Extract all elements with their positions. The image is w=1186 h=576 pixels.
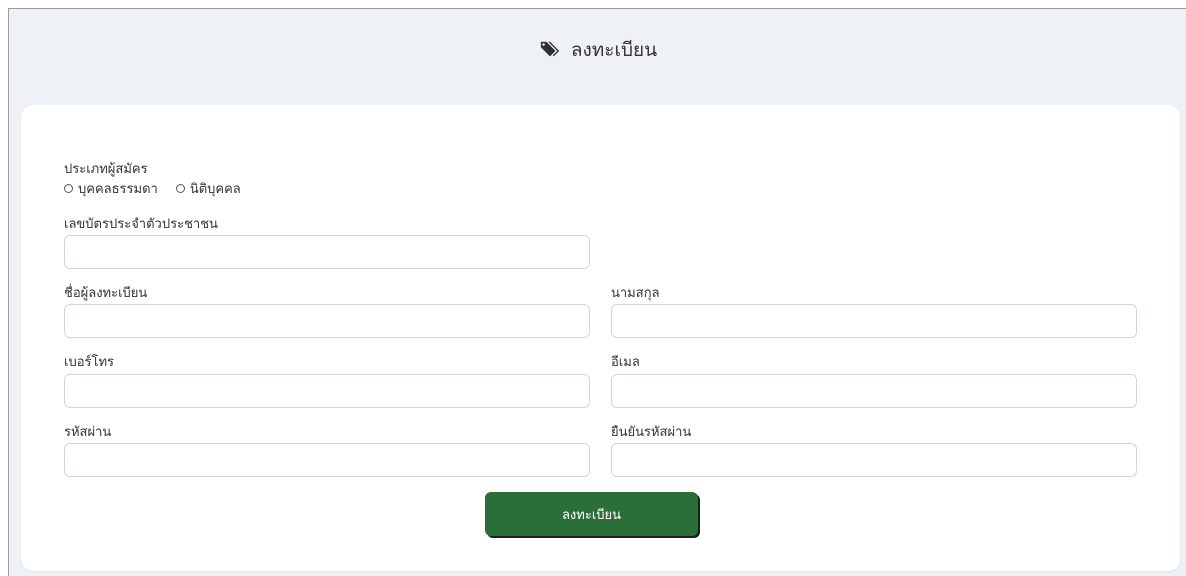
first-name-input[interactable] [64, 304, 590, 338]
first-name-label: ชื่อผู้ลงทะเบียน [64, 286, 148, 301]
radio-juristic[interactable]: นิติบุคคล [175, 178, 241, 199]
email-label: อีเมล [611, 355, 640, 370]
registration-form-card: ประเภทผู้สมัคร บุคคลธรรมดา นิติบุคคล เลข… [21, 105, 1180, 571]
confirm-password-label: ยืนยันรหัสผ่าน [611, 425, 692, 440]
applicant-type-label: ประเภทผู้สมัคร [64, 162, 148, 177]
password-input[interactable] [64, 443, 590, 477]
password-label: รหัสผ่าน [64, 425, 112, 440]
confirm-password-input[interactable] [611, 443, 1137, 477]
radio-individual-label: บุคคลธรรมดา [78, 182, 158, 197]
radio-juristic-label: นิติบุคคล [189, 182, 241, 197]
page-frame: ลงทะเบียน ประเภทผู้สมัคร บุคคลธรรมดา นิต… [8, 8, 1186, 576]
page-title: ลงทะเบียน [570, 39, 658, 61]
radio-individual[interactable]: บุคคลธรรมดา [64, 178, 158, 199]
citizen-id-input[interactable] [64, 235, 590, 269]
email-input[interactable] [611, 374, 1137, 408]
tag-icon [540, 41, 559, 57]
last-name-input[interactable] [611, 304, 1137, 338]
phone-input[interactable] [64, 374, 590, 408]
applicant-type-radio-group: บุคคลธรรมดา นิติบุคคล [64, 178, 259, 199]
last-name-label: นามสกุล [611, 286, 660, 301]
citizen-id-label: เลขบัตรประจำตัวประชาชน [64, 217, 218, 232]
phone-label: เบอร์โทร [64, 355, 115, 370]
radio-juristic-circle[interactable] [175, 184, 185, 193]
radio-individual-circle[interactable] [64, 184, 73, 193]
page-header: ลงทะเบียน [9, 9, 1186, 91]
register-submit-button[interactable]: ลงทะเบียน [485, 492, 698, 536]
